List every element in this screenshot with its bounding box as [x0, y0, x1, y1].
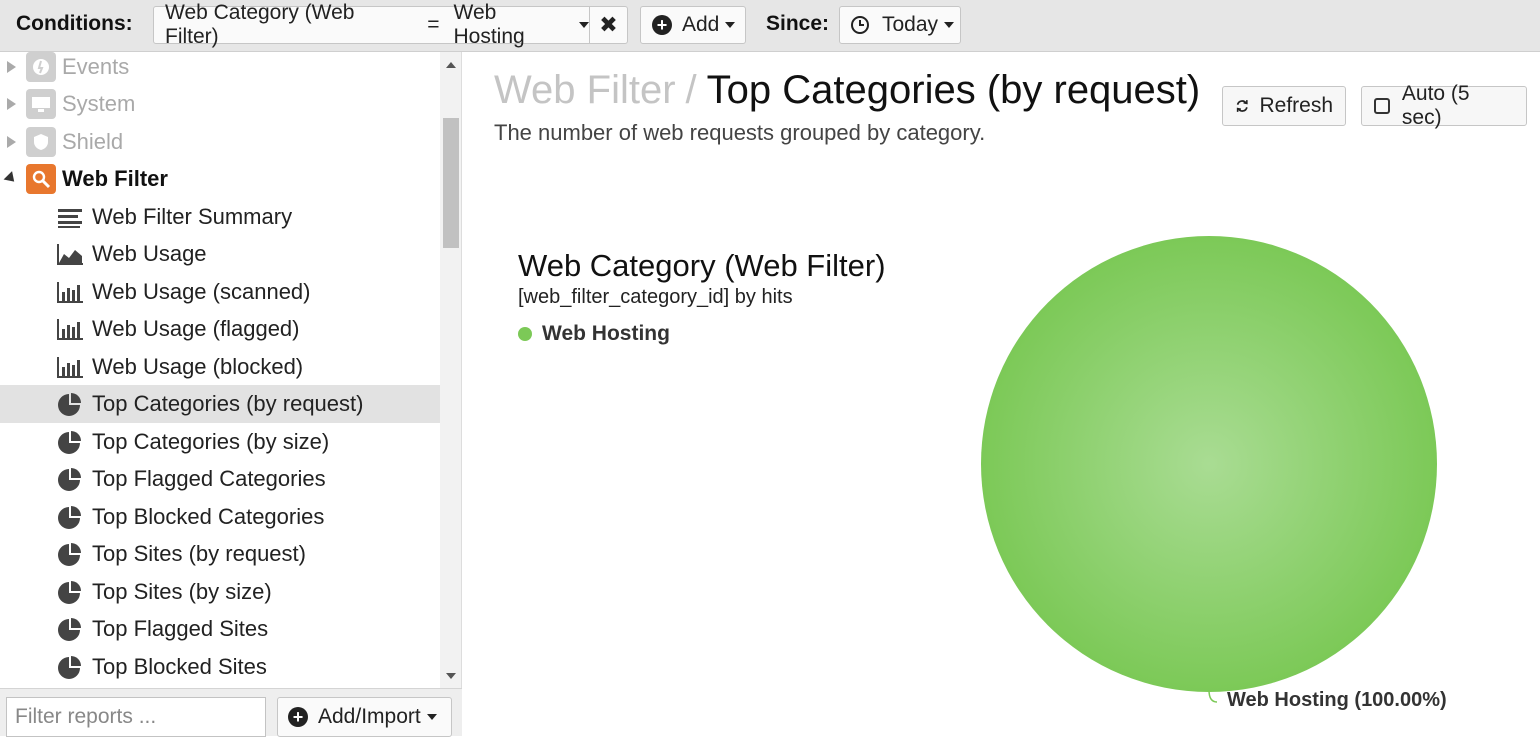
bar-chart-icon: [57, 318, 83, 340]
report-item-web-usage-blocked[interactable]: Web Usage (blocked): [0, 348, 440, 386]
report-item-top-flagged-categories[interactable]: Top Flagged Categories: [0, 460, 440, 498]
report-item-label: Top Blocked Sites: [92, 653, 267, 679]
filter-reports-input[interactable]: [6, 697, 266, 737]
report-item-top-categories-by-request[interactable]: Top Categories (by request): [0, 385, 440, 423]
web-filter-icon: [26, 163, 56, 194]
scroll-up-icon[interactable]: [446, 62, 456, 68]
expand-arrow-icon[interactable]: [7, 135, 16, 148]
report-item-top-sites-by-size[interactable]: Top Sites (by size): [0, 573, 440, 611]
pie-chart-icon: [58, 542, 81, 566]
chevron-down-icon: [944, 22, 955, 28]
pie-chart-icon: [58, 617, 81, 641]
shield-icon: [26, 126, 56, 157]
pie-chart-icon: [58, 655, 81, 679]
report-item-label: Web Usage: [92, 240, 207, 266]
report-item-top-sites-by-request[interactable]: Top Sites (by request): [0, 535, 440, 573]
collapse-arrow-icon[interactable]: [3, 171, 19, 187]
scroll-down-icon[interactable]: [446, 673, 456, 679]
report-item-top-blocked-sites[interactable]: Top Blocked Sites: [0, 648, 440, 686]
report-item-label: Top Flagged Categories: [92, 465, 326, 491]
chevron-down-icon: [579, 22, 589, 28]
pie-slice[interactable]: [981, 236, 1437, 692]
add-import-label: Add/Import: [318, 705, 421, 728]
system-icon: [26, 88, 56, 119]
report-item-label: Web Filter Summary: [92, 203, 293, 229]
report-item-label: Top Blocked Categories: [92, 503, 325, 529]
add-condition-label: Add: [682, 13, 720, 36]
conditions-label: Conditions:: [16, 12, 133, 35]
bar-chart-icon: [57, 281, 83, 303]
bar-chart-icon: [57, 356, 83, 378]
tree-item-web-filter[interactable]: Web Filter: [0, 160, 440, 198]
report-item-web-usage-scanned[interactable]: Web Usage (scanned): [0, 273, 440, 311]
report-item-top-blocked-categories[interactable]: Top Blocked Categories: [0, 498, 440, 536]
report-item-label: Top Flagged Sites: [92, 615, 269, 641]
report-item-label: Web Usage (blocked): [92, 353, 304, 379]
pie-chart: Web Hosting (100.00%): [981, 236, 1447, 711]
report-item-label: Top Sites (by size): [92, 578, 272, 604]
report-item-label: Top Categories (by request): [92, 390, 364, 416]
tree-item-events[interactable]: Events: [0, 52, 440, 86]
plus-circle-icon: +: [288, 707, 308, 727]
pie-chart-icon: [58, 392, 81, 416]
pie-chart-icon: [58, 430, 81, 454]
since-label: Since:: [766, 12, 830, 35]
report-item-label: Top Categories (by size): [92, 428, 330, 454]
reports-tree: Events System Shield Web Filter Web Filt…: [0, 52, 462, 688]
data-label: Web Hosting (100.00%): [1227, 689, 1447, 711]
pie-chart-icon: [58, 580, 81, 604]
add-condition-button[interactable]: + Add: [640, 6, 746, 44]
pie-chart-icon: [58, 505, 81, 529]
condition-operator: =: [427, 13, 440, 36]
condition-chip[interactable]: Web Category (Web Filter) = Web Hosting: [153, 1, 590, 48]
tree-item-system[interactable]: System: [0, 85, 440, 123]
report-item-top-categories-by-size[interactable]: Top Categories (by size): [0, 423, 440, 461]
tree-item-label: Shield: [62, 128, 124, 154]
tree-item-shield[interactable]: Shield: [0, 123, 440, 161]
report-item-label: Web Usage (scanned): [92, 278, 311, 304]
report-item-web-usage[interactable]: Web Usage: [0, 235, 440, 273]
remove-condition-button[interactable]: ✖: [589, 6, 628, 44]
report-item-label: Web Usage (flagged): [92, 315, 300, 341]
expand-arrow-icon[interactable]: [7, 60, 16, 73]
events-icon: [26, 52, 56, 82]
condition-field: Web Category (Web Filter): [165, 1, 355, 48]
since-value: Today: [882, 13, 939, 36]
report-item-web-filter-summary[interactable]: Web Filter Summary: [0, 198, 440, 236]
add-import-button[interactable]: + Add/Import: [277, 697, 452, 737]
condition-value: Web Hosting: [453, 1, 525, 48]
since-dropdown[interactable]: Today: [839, 6, 961, 44]
text-summary-icon: [58, 208, 82, 228]
conditions-bar: Conditions: Web Category (Web Filter) = …: [0, 0, 1540, 52]
report-view: Web Filter / Top Categories (by request) T…: [472, 52, 1540, 736]
tree-footer: + Add/Import: [0, 688, 462, 737]
chevron-down-icon: [426, 714, 437, 720]
tree-scrollbar-thumb[interactable]: [443, 118, 459, 248]
expand-arrow-icon[interactable]: [7, 97, 16, 110]
chevron-down-icon: [725, 22, 736, 28]
area-chart-icon: [57, 243, 83, 265]
tree-item-label: System: [62, 90, 136, 116]
close-icon: ✖: [599, 12, 618, 37]
report-item-top-flagged-sites[interactable]: Top Flagged Sites: [0, 610, 440, 648]
report-item-web-usage-flagged[interactable]: Web Usage (flagged): [0, 310, 440, 348]
clock-icon: [851, 16, 869, 34]
report-item-label: Top Sites (by request): [92, 540, 306, 566]
tree-item-label: Events: [62, 53, 130, 79]
pie-chart-icon: [58, 467, 81, 491]
plus-circle-icon: +: [652, 15, 672, 35]
tree-item-label: Web Filter: [62, 165, 168, 191]
